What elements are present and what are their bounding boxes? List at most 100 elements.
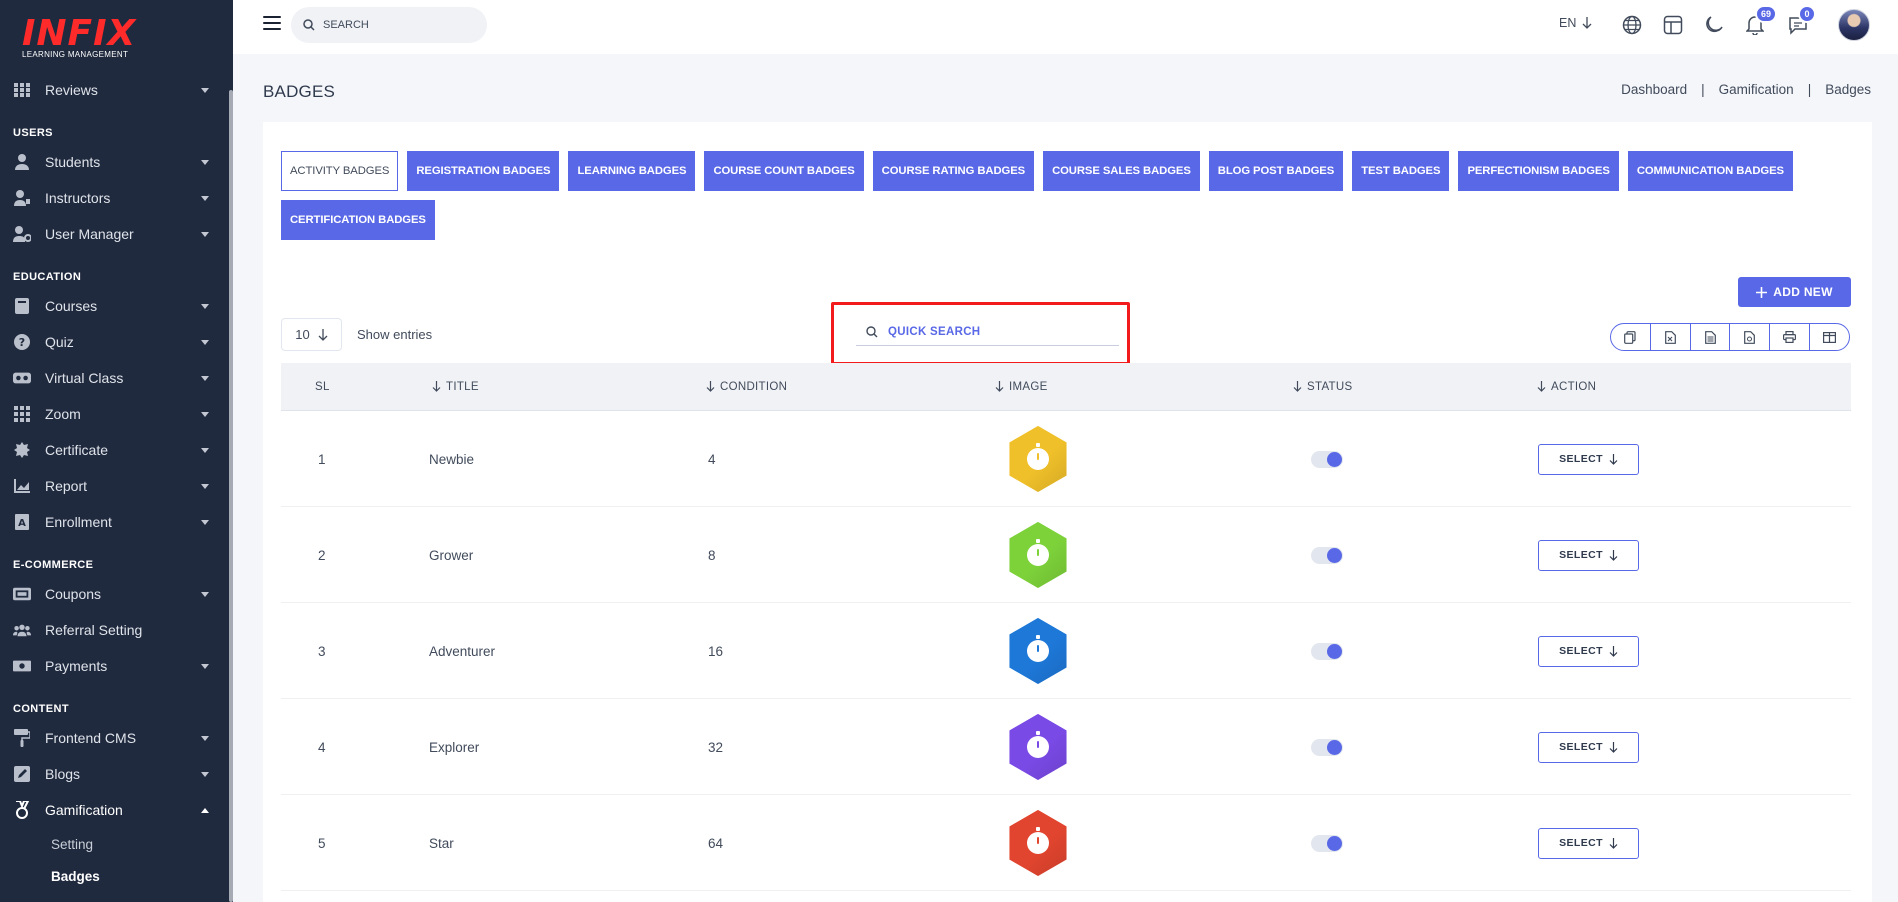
breadcrumb-gamification[interactable]: Gamification (1719, 82, 1794, 97)
cell-status (1311, 411, 1343, 507)
sidebar-item-report[interactable]: Report (0, 468, 229, 504)
column-header-sl[interactable]: SL (315, 381, 330, 393)
status-toggle[interactable] (1311, 450, 1343, 468)
cell-action: SELECT (1538, 699, 1639, 795)
tab-perfectionism-badges[interactable]: PERFECTIONISM BADGES (1458, 151, 1619, 191)
language-selector[interactable]: EN (1559, 16, 1592, 30)
sidebar-item-reviews[interactable]: Reviews (0, 72, 229, 108)
sort-arrow-icon (706, 381, 715, 392)
sidebar-item-certificate[interactable]: Certificate (0, 432, 229, 468)
tab-certification-badges[interactable]: CERTIFICATION BADGES (281, 200, 435, 240)
grid-icon (13, 81, 31, 99)
tab-course-count-badges[interactable]: COURSE COUNT BADGES (704, 151, 864, 191)
sidebar-item-referral-setting[interactable]: Referral Setting (0, 612, 229, 648)
moon-icon[interactable] (1702, 13, 1726, 37)
select-action-button[interactable]: SELECT (1538, 539, 1639, 571)
entries-label: Show entries (357, 327, 433, 342)
status-toggle[interactable] (1311, 546, 1343, 564)
logo[interactable]: INFIX LEARNING MANAGEMENT (22, 13, 137, 60)
sort-arrow-icon (1293, 381, 1302, 392)
notifications-button[interactable]: 69 (1743, 5, 1778, 37)
breadcrumb-dashboard[interactable]: Dashboard (1621, 82, 1687, 97)
search-input[interactable] (323, 19, 473, 31)
copy-icon (1624, 330, 1637, 344)
sidebar-item-courses[interactable]: Courses (0, 288, 229, 324)
sidebar-item-user-manager[interactable]: User Manager (0, 216, 229, 252)
table-row: 5 Star 64 SELECT (281, 795, 1851, 891)
print-button[interactable] (1770, 324, 1811, 350)
badge-image (1009, 810, 1067, 876)
print-icon (1783, 331, 1797, 343)
sidebar-subitem-setting[interactable]: Setting (0, 828, 229, 860)
avatar[interactable] (1838, 9, 1870, 41)
column-header-action[interactable]: ACTION (1537, 381, 1596, 393)
tab-learning-badges[interactable]: LEARNING BADGES (568, 151, 696, 191)
tab-course-rating-badges[interactable]: COURSE RATING BADGES (872, 151, 1035, 191)
select-action-button[interactable]: SELECT (1538, 731, 1639, 763)
column-header-image[interactable]: IMAGE (995, 381, 1048, 393)
logo-text: INFIX (22, 13, 137, 54)
sidebar-item-gamification[interactable]: Gamification (0, 792, 229, 828)
status-toggle[interactable] (1311, 834, 1343, 852)
tab-test-badges[interactable]: TEST BADGES (1352, 151, 1450, 191)
select-label: SELECT (1559, 741, 1603, 753)
tab-registration-badges[interactable]: REGISTRATION BADGES (407, 151, 560, 191)
sidebar-item-label: Payments (45, 658, 108, 674)
user-icon (13, 153, 31, 171)
add-new-button[interactable]: ADD NEW (1738, 277, 1851, 307)
tab-communication-badges[interactable]: COMMUNICATION BADGES (1627, 151, 1793, 191)
stopwatch-icon (1027, 731, 1049, 758)
select-action-button[interactable]: SELECT (1538, 635, 1639, 667)
sidebar-item-payments[interactable]: Payments (0, 648, 229, 684)
column-visibility-button[interactable] (1810, 324, 1849, 350)
sidebar-item-coupons[interactable]: Coupons (0, 576, 229, 612)
breadcrumb-badges: Badges (1825, 82, 1871, 97)
column-header-status[interactable]: STATUS (1293, 381, 1352, 393)
messages-button[interactable]: 0 (1786, 5, 1816, 37)
select-action-button[interactable]: SELECT (1538, 443, 1639, 475)
sidebar-item-zoom[interactable]: Zoom (0, 396, 229, 432)
column-header-title[interactable]: TITLE (432, 381, 479, 393)
column-header-condition[interactable]: CONDITION (706, 381, 787, 393)
menu-toggle-icon[interactable] (263, 16, 281, 30)
messages-count-badge: 0 (1798, 5, 1816, 23)
entries-select[interactable]: 10 (281, 318, 342, 351)
quick-search-input[interactable] (888, 326, 1108, 338)
status-toggle[interactable] (1311, 642, 1343, 660)
chevron-down-icon (201, 411, 209, 417)
sidebar-item-blogs[interactable]: Blogs (0, 756, 229, 792)
stopwatch-icon (1027, 827, 1049, 854)
tab-activity-badges[interactable]: ACTIVITY BADGES (281, 151, 399, 191)
arrow-down-icon (1609, 549, 1618, 561)
quick-search-highlight (831, 302, 1130, 365)
sidebar-item-students[interactable]: Students (0, 144, 229, 180)
sidebar-item-instructors[interactable]: Instructors (0, 180, 229, 216)
chevron-down-icon (201, 195, 209, 201)
sidebar-item-virtual-class[interactable]: Virtual Class (0, 360, 229, 396)
sidebar-item-frontend-cms[interactable]: Frontend CMS (0, 720, 229, 756)
sidebar-item-label: Reviews (45, 82, 98, 98)
sidebar-item-quiz[interactable]: ? Quiz (0, 324, 229, 360)
medal-icon (13, 801, 31, 819)
tab-course-sales-badges[interactable]: COURSE SALES BADGES (1043, 151, 1200, 191)
sidebar-subitem-badges[interactable]: Badges (0, 860, 229, 892)
status-toggle[interactable] (1311, 738, 1343, 756)
globe-icon[interactable] (1620, 13, 1644, 37)
layout-icon[interactable] (1661, 13, 1685, 37)
sidebar-item-label: Quiz (45, 334, 74, 350)
chevron-down-icon (201, 591, 209, 597)
cell-condition: 16 (708, 643, 724, 659)
chevron-down-icon (201, 231, 209, 237)
cell-sl: 2 (318, 547, 326, 563)
csv-export-button[interactable] (1691, 324, 1731, 350)
select-action-button[interactable]: SELECT (1538, 827, 1639, 859)
tab-blog-post-badges[interactable]: BLOG POST BADGES (1208, 151, 1344, 191)
cell-action: SELECT (1538, 795, 1639, 891)
pdf-export-button[interactable] (1730, 324, 1771, 350)
sidebar-item-label: Students (45, 154, 101, 170)
sidebar-scrollbar[interactable] (229, 90, 233, 902)
excel-export-button[interactable] (1651, 324, 1691, 350)
copy-button[interactable] (1611, 324, 1651, 350)
sidebar-item-label: Referral Setting (45, 622, 143, 638)
sidebar-item-enrollment[interactable]: A Enrollment (0, 504, 229, 540)
